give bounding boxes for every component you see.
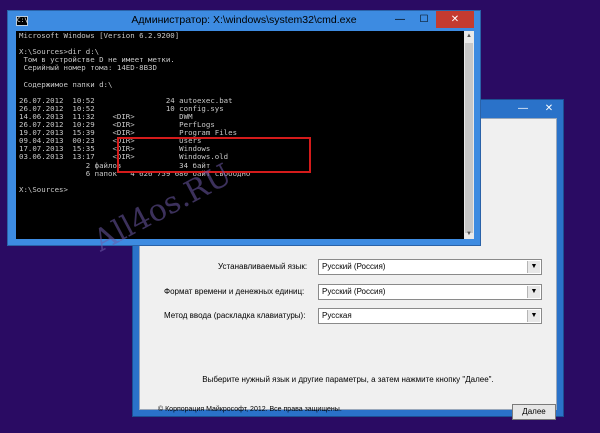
copyright-text: © Корпорация Майкрософт, 2012. Все права… <box>158 406 342 413</box>
language-select-value: Русский (Россия) <box>322 262 386 271</box>
next-button[interactable]: Далее <box>512 404 556 420</box>
chevron-down-icon[interactable]: ▼ <box>527 261 540 273</box>
keyboard-label: Метод ввода (раскладка клавиатуры): <box>164 311 306 320</box>
console-line: Содержимое папки d:\ <box>19 79 113 89</box>
console-scrollbar[interactable]: ▲ ▼ <box>464 31 474 239</box>
console-line: X:\Sources> <box>19 184 68 194</box>
cmd-window: C:\ Администратор: X:\windows\system32\c… <box>7 10 481 246</box>
chevron-down-icon[interactable]: ▼ <box>527 310 540 322</box>
time-format-label: Формат времени и денежных единиц: <box>164 287 305 296</box>
scroll-up-icon[interactable]: ▲ <box>464 31 474 41</box>
setup-close-button[interactable]: ✕ <box>539 102 559 115</box>
keyboard-row: Метод ввода (раскладка клавиатуры): Русс… <box>140 308 556 324</box>
console-output[interactable]: Microsoft Windows [Version 6.2.9200] X:\… <box>16 31 464 239</box>
cmd-titlebar[interactable]: C:\ Администратор: X:\windows\system32\c… <box>8 11 480 31</box>
keyboard-select-value: Русская <box>322 311 352 320</box>
language-label: Устанавливаемый язык: <box>218 262 308 271</box>
cmd-window-controls: — ☐ ✕ <box>388 11 474 28</box>
cmd-minimize-button[interactable]: — <box>388 11 412 28</box>
keyboard-select[interactable]: Русская ▼ <box>318 308 542 324</box>
cmd-close-button[interactable]: ✕ <box>436 11 474 28</box>
chevron-down-icon[interactable]: ▼ <box>527 286 540 298</box>
time-format-select-value: Русский (Россия) <box>322 287 386 296</box>
setup-window-controls: — ✕ <box>513 102 559 115</box>
console-line: Microsoft Windows [Version 6.2.9200] <box>19 31 180 40</box>
setup-hint-text: Выберите нужный язык и другие параметры,… <box>202 375 494 384</box>
time-format-select[interactable]: Русский (Россия) ▼ <box>318 284 542 300</box>
cmd-maximize-button[interactable]: ☐ <box>412 11 436 28</box>
time-format-row: Формат времени и денежных единиц: Русски… <box>140 284 556 300</box>
console-line: Серийный номер тома: 14ED-8B3D <box>19 63 157 73</box>
language-select[interactable]: Русский (Россия) ▼ <box>318 259 542 275</box>
language-row: Устанавливаемый язык: Русский (Россия) ▼ <box>140 259 556 275</box>
scroll-thumb[interactable] <box>465 43 473 233</box>
scroll-down-icon[interactable]: ▼ <box>464 229 474 239</box>
setup-minimize-button[interactable]: — <box>513 102 533 115</box>
